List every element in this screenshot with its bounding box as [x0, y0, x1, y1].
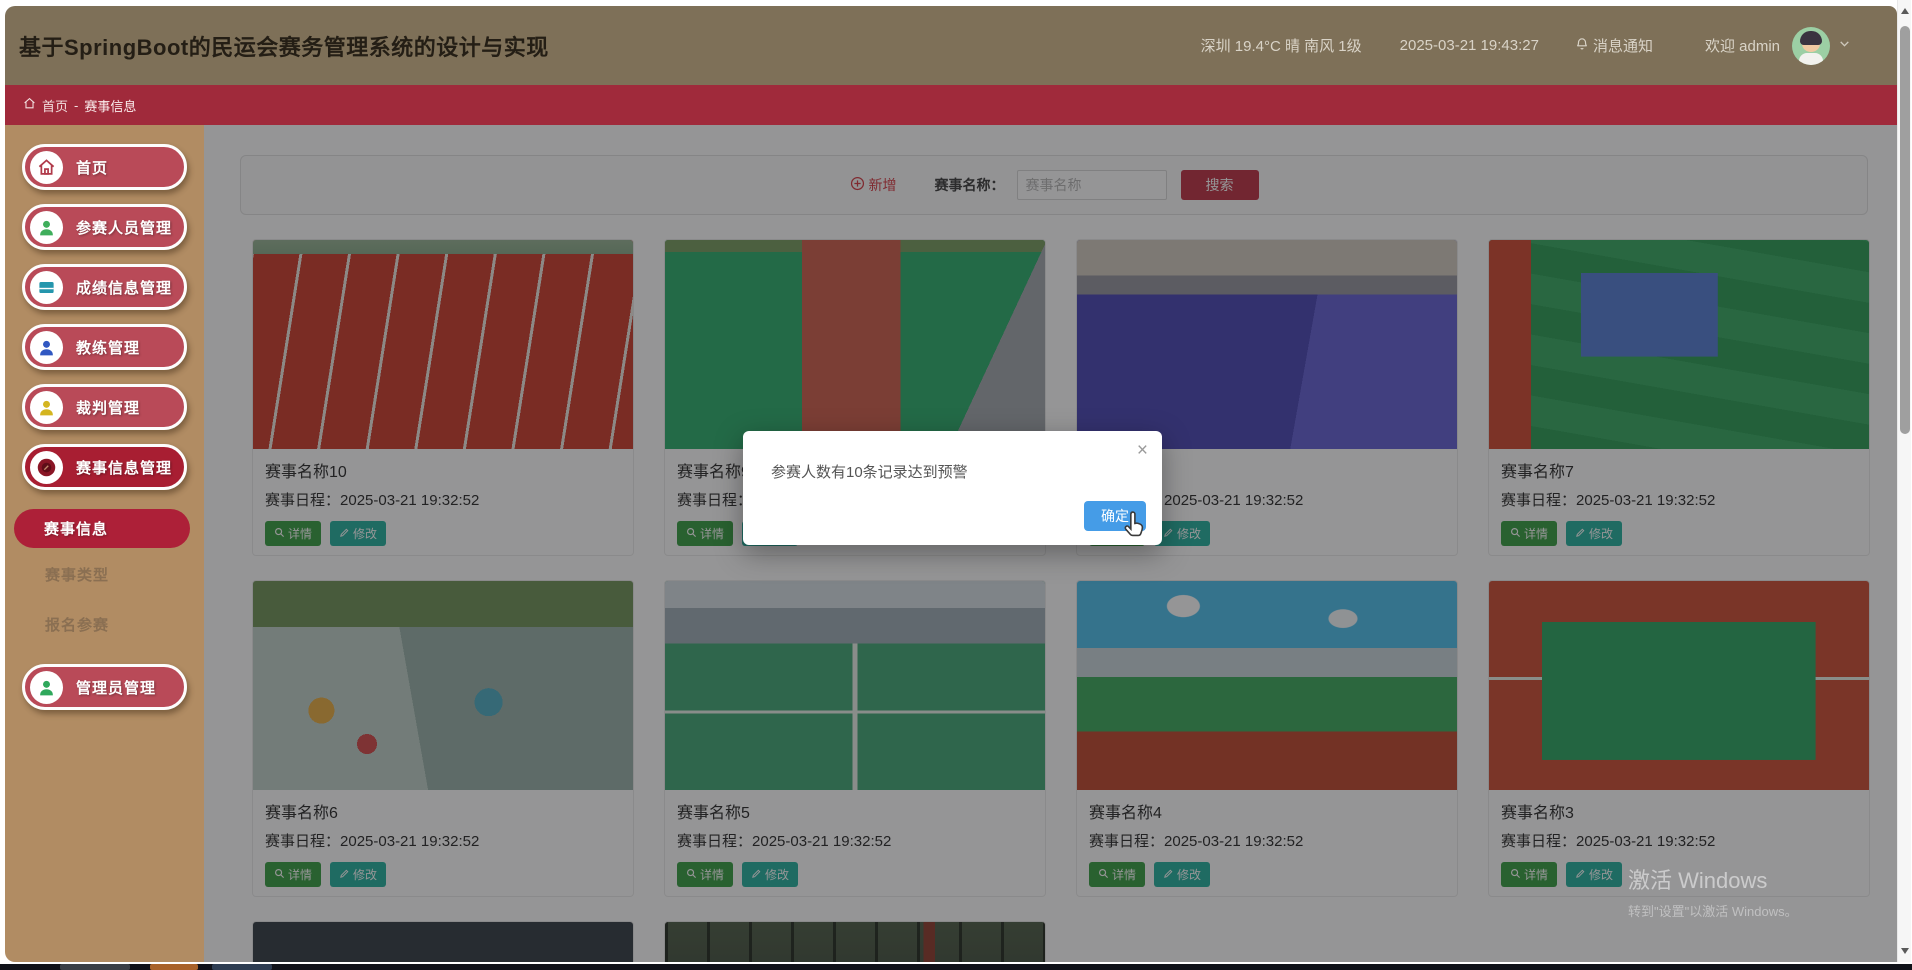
sidebar-subitem-registration[interactable]: 报名参赛 — [45, 614, 204, 635]
person-icon — [30, 670, 63, 704]
sidebar-item-scores[interactable]: 成绩信息管理 — [22, 264, 187, 310]
sidebar-subitem-event-info[interactable]: 赛事信息 — [14, 509, 190, 548]
person-icon — [30, 390, 63, 424]
event-icon — [30, 450, 63, 484]
bell-icon — [1575, 36, 1589, 55]
taskbar-strip — [0, 964, 1912, 970]
app-page: 基于SpringBoot的民运会赛务管理系统的设计与实现 深圳 19.4°C 晴… — [5, 6, 1897, 962]
person-icon — [30, 210, 63, 244]
chevron-down-icon[interactable] — [1838, 37, 1851, 54]
welcome-text: 欢迎 admin — [1704, 38, 1780, 55]
breadcrumb-separator: - — [74, 97, 79, 113]
scrollbar-thumb[interactable] — [1900, 26, 1910, 434]
clock-text: 2025-03-21 19:43:27 — [1399, 37, 1539, 54]
sidebar-item-coaches[interactable]: 教练管理 — [22, 324, 187, 370]
close-icon[interactable]: × — [1137, 441, 1148, 460]
sidebar-item-home[interactable]: 首页 — [22, 144, 187, 190]
header-right: 深圳 19.4°C 晴 南风 1级 2025-03-21 19:43:27 消息… — [1200, 26, 1851, 65]
scroll-up-arrow-icon[interactable] — [1901, 8, 1909, 14]
home-icon — [23, 97, 36, 113]
main-content: 新增 赛事名称： 搜索 赛事名称10 赛事日程：2025-03-21 19:32… — [204, 125, 1897, 962]
browser-window: 基于SpringBoot的民运会赛务管理系统的设计与实现 深圳 19.4°C 晴… — [0, 0, 1912, 970]
app-header: 基于SpringBoot的民运会赛务管理系统的设计与实现 深圳 19.4°C 晴… — [5, 6, 1897, 85]
score-card-icon — [30, 270, 63, 304]
windows-watermark: 激活 Windows 转到"设置"以激活 Windows。 — [1628, 868, 1798, 919]
alert-dialog: × 参赛人数有10条记录达到预警 确定 — [743, 431, 1162, 545]
sidebar-item-referees[interactable]: 裁判管理 — [22, 384, 187, 430]
home-icon — [30, 150, 63, 184]
scroll-down-arrow-icon[interactable] — [1901, 948, 1909, 954]
mouse-cursor — [1121, 509, 1151, 541]
breadcrumb: 首页 - 赛事信息 — [5, 85, 1897, 125]
person-icon — [30, 330, 63, 364]
breadcrumb-current: 赛事信息 — [84, 98, 137, 114]
alert-message: 参赛人数有10条记录达到预警 — [771, 464, 968, 481]
sidebar: 首页 参赛人员管理 成绩信息管理 教练管理 裁判管理 赛事信息管理 赛事信息 赛… — [5, 125, 204, 962]
sidebar-item-event-management[interactable]: 赛事信息管理 — [22, 444, 187, 490]
notifications-label: 消息通知 — [1592, 38, 1653, 55]
weather-text: 深圳 19.4°C 晴 南风 1级 — [1200, 38, 1362, 55]
breadcrumb-home[interactable]: 首页 — [42, 96, 68, 115]
sidebar-item-participants[interactable]: 参赛人员管理 — [22, 204, 187, 250]
notifications-button[interactable]: 消息通知 — [1575, 35, 1653, 56]
app-title: 基于SpringBoot的民运会赛务管理系统的设计与实现 — [19, 34, 549, 60]
sidebar-subitem-event-type[interactable]: 赛事类型 — [45, 564, 204, 585]
vertical-scrollbar[interactable] — [1897, 0, 1911, 962]
avatar[interactable] — [1792, 26, 1830, 65]
sidebar-item-admins[interactable]: 管理员管理 — [22, 664, 187, 710]
